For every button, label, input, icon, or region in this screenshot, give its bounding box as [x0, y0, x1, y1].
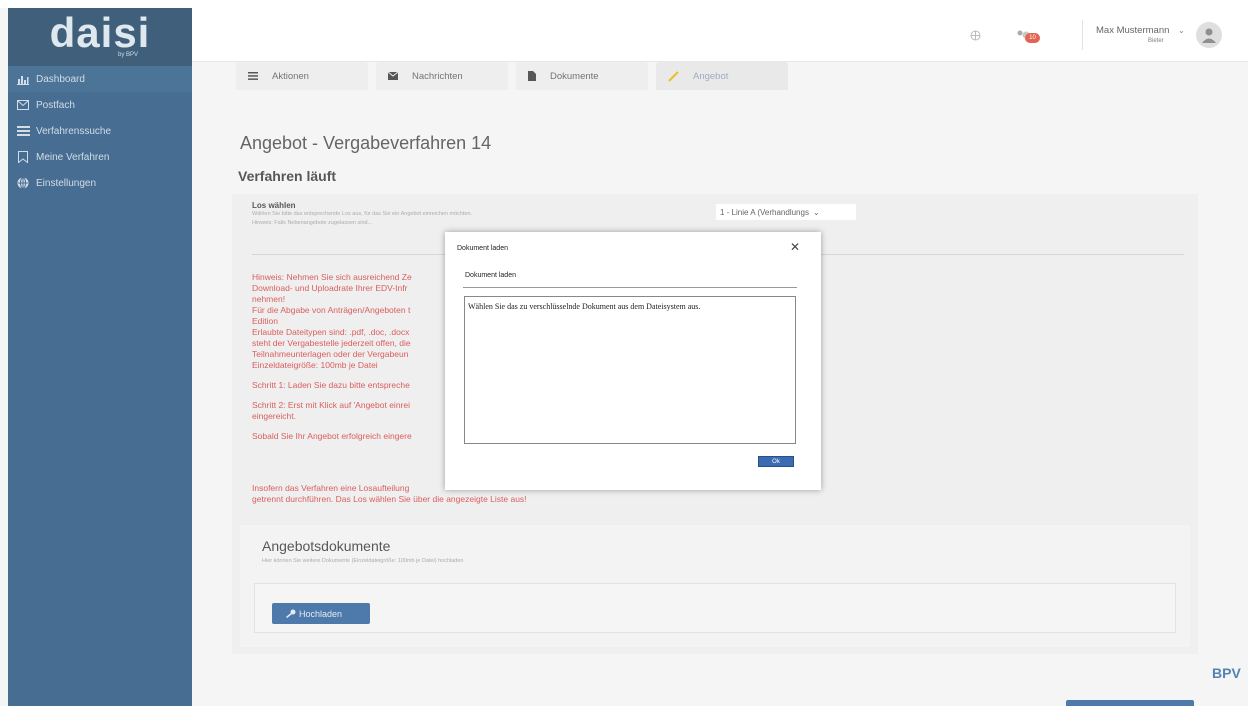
dialog-message-box[interactable]: Wählen Sie das zu verschlüsselnde Dokume…: [464, 296, 796, 444]
dialog-label-underline: [463, 287, 797, 288]
ok-button[interactable]: Ok: [758, 456, 794, 467]
dialog-title: Dokument laden: [457, 245, 508, 252]
document-load-dialog: Dokument laden ✕ Dokument laden Wählen S…: [445, 232, 821, 490]
close-icon[interactable]: ✕: [790, 240, 800, 254]
dialog-label: Dokument laden: [465, 272, 516, 279]
